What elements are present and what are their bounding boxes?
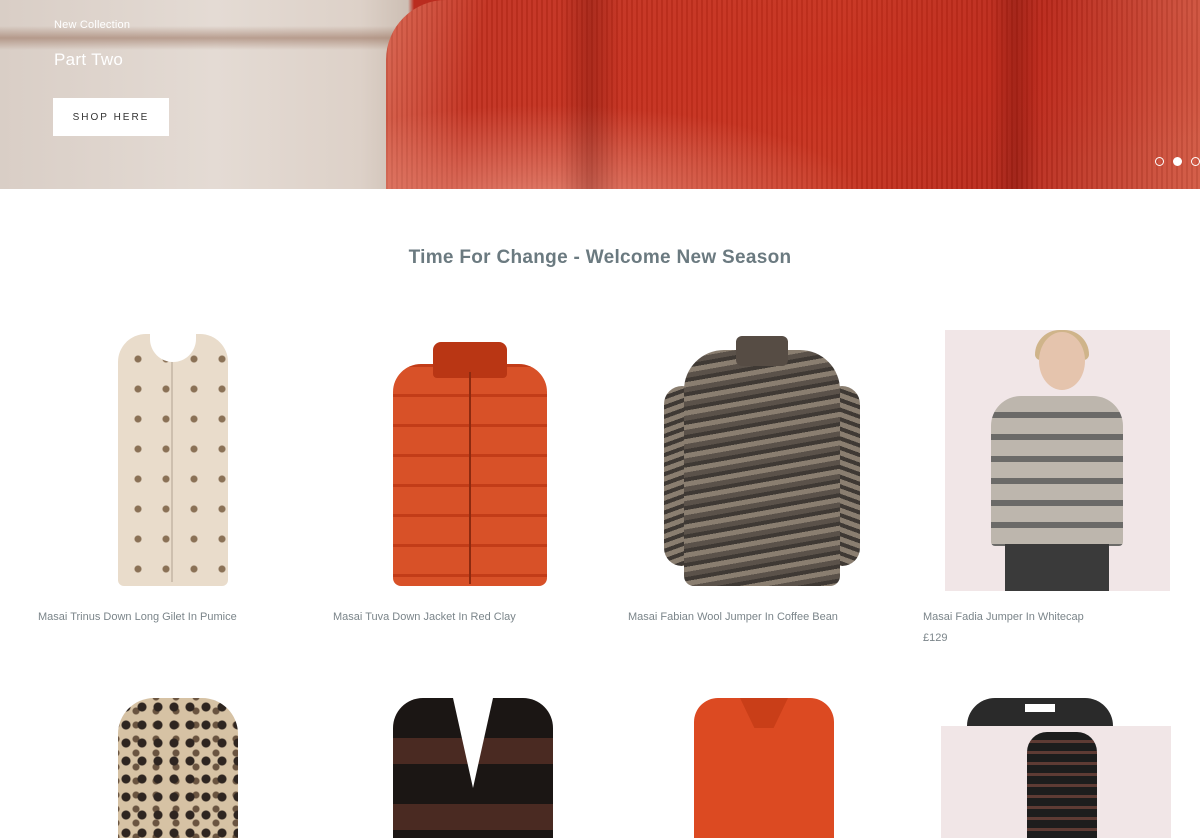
shop-here-button[interactable]: SHOP HERE [53, 98, 169, 136]
product-image[interactable] [333, 698, 593, 838]
product-card[interactable] [38, 698, 298, 838]
slider-dot-1[interactable] [1155, 157, 1164, 166]
product-image[interactable] [923, 698, 1183, 838]
product-card[interactable]: Masai Tuva Down Jacket In Red Clay [333, 330, 593, 623]
product-name[interactable]: Masai Tuva Down Jacket In Red Clay [333, 611, 516, 623]
product-image[interactable] [38, 330, 298, 592]
product-card[interactable] [333, 698, 593, 838]
section-title: Time For Change - Welcome New Season [408, 247, 792, 268]
product-card[interactable]: Masai Trinus Down Long Gilet In Pumice [38, 330, 298, 623]
product-card[interactable]: Masai Fadia Jumper In Whitecap £129 [923, 330, 1183, 644]
product-image[interactable] [923, 330, 1183, 592]
product-name[interactable]: Masai Fadia Jumper In Whitecap [923, 611, 1084, 623]
product-image[interactable] [628, 330, 888, 592]
slider-dots [1155, 157, 1200, 166]
product-image[interactable] [38, 698, 298, 838]
product-name[interactable]: Masai Fabian Wool Jumper In Coffee Bean [628, 611, 838, 623]
product-image[interactable] [333, 330, 593, 592]
product-card[interactable] [628, 698, 888, 838]
hero-image-red-knit [386, 0, 1200, 189]
product-card[interactable]: Masai Fabian Wool Jumper In Coffee Bean [628, 330, 888, 623]
hero-eyebrow: New Collection [54, 19, 131, 31]
hero-banner: New Collection Part Two SHOP HERE [0, 0, 1200, 189]
slider-dot-2[interactable] [1173, 157, 1182, 166]
product-image[interactable] [628, 698, 888, 838]
product-name[interactable]: Masai Trinus Down Long Gilet In Pumice [38, 611, 237, 623]
slider-dot-3[interactable] [1191, 157, 1200, 166]
product-card[interactable] [923, 698, 1183, 838]
hero-title: Part Two [54, 50, 124, 69]
product-price: £129 [923, 632, 948, 644]
